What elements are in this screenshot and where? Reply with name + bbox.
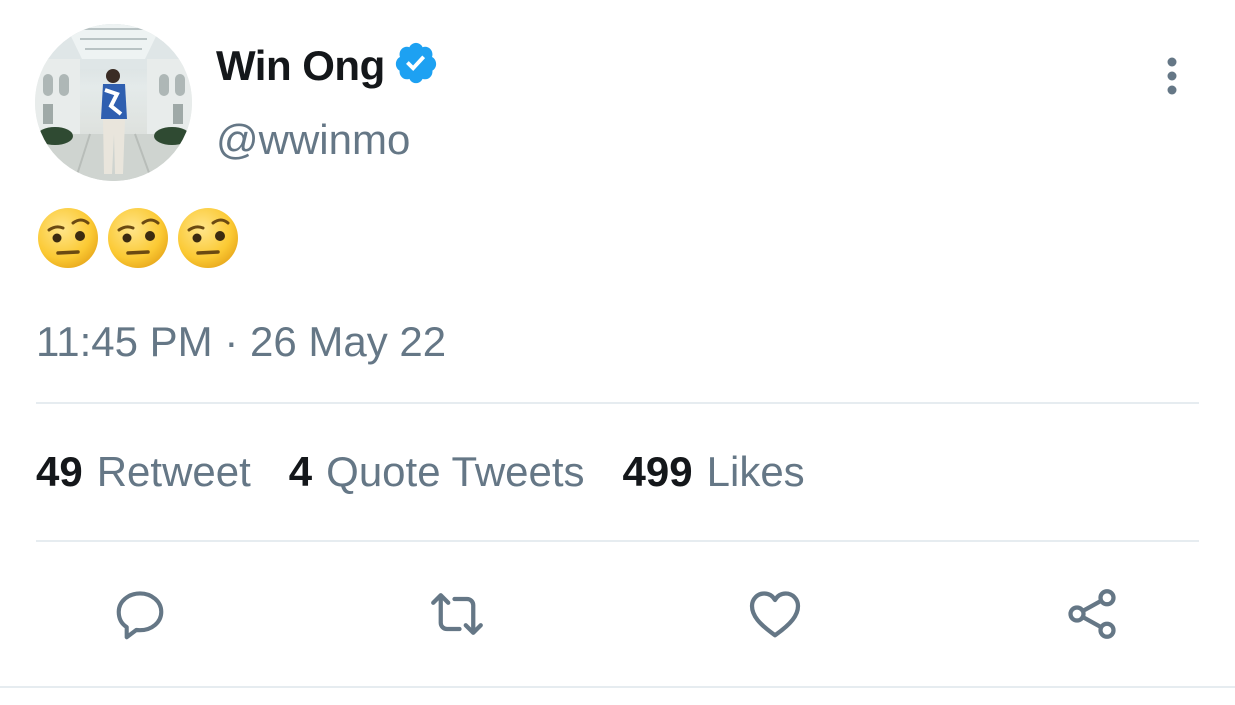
tweet-timestamp[interactable]: 11:45 PM · 26 May 22: [36, 318, 446, 366]
quote-tweets-count: 4: [288, 448, 313, 495]
tweet-detail: Win Ong @wwinmo 11:45 PM · 26 May 22 49 …: [0, 0, 1235, 705]
author-handle[interactable]: @wwinmo: [216, 116, 410, 164]
avatar-photo: [35, 24, 192, 181]
raised-eyebrow-emoji-icon: [38, 208, 98, 268]
likes-count: 499: [622, 448, 693, 495]
raised-eyebrow-emoji-icon: [108, 208, 168, 268]
more-options-icon[interactable]: [1150, 52, 1194, 100]
verified-badge-icon: [393, 40, 439, 91]
share-icon[interactable]: [1062, 584, 1122, 644]
quote-tweets-stat[interactable]: 4 Quote Tweets: [289, 448, 585, 496]
likes-stat[interactable]: 499 Likes: [623, 448, 805, 496]
raised-eyebrow-emoji-icon: [178, 208, 238, 268]
divider: [0, 686, 1235, 688]
like-icon[interactable]: [745, 584, 805, 644]
tweet-text: [36, 206, 240, 270]
divider: [36, 540, 1199, 542]
retweets-stat[interactable]: 49 Retweet: [36, 448, 251, 496]
author-avatar[interactable]: [35, 24, 192, 181]
divider: [36, 402, 1199, 404]
engagement-stats: 49 Retweet 4 Quote Tweets 499 Likes: [36, 448, 805, 496]
retweets-count: 49: [36, 448, 83, 495]
likes-label: Likes: [706, 448, 805, 495]
quote-tweets-label: Quote Tweets: [326, 448, 585, 495]
author-display-name[interactable]: Win Ong: [216, 42, 385, 90]
reply-icon[interactable]: [110, 584, 170, 644]
retweet-icon[interactable]: [427, 584, 487, 644]
retweets-label: Retweet: [96, 448, 251, 495]
